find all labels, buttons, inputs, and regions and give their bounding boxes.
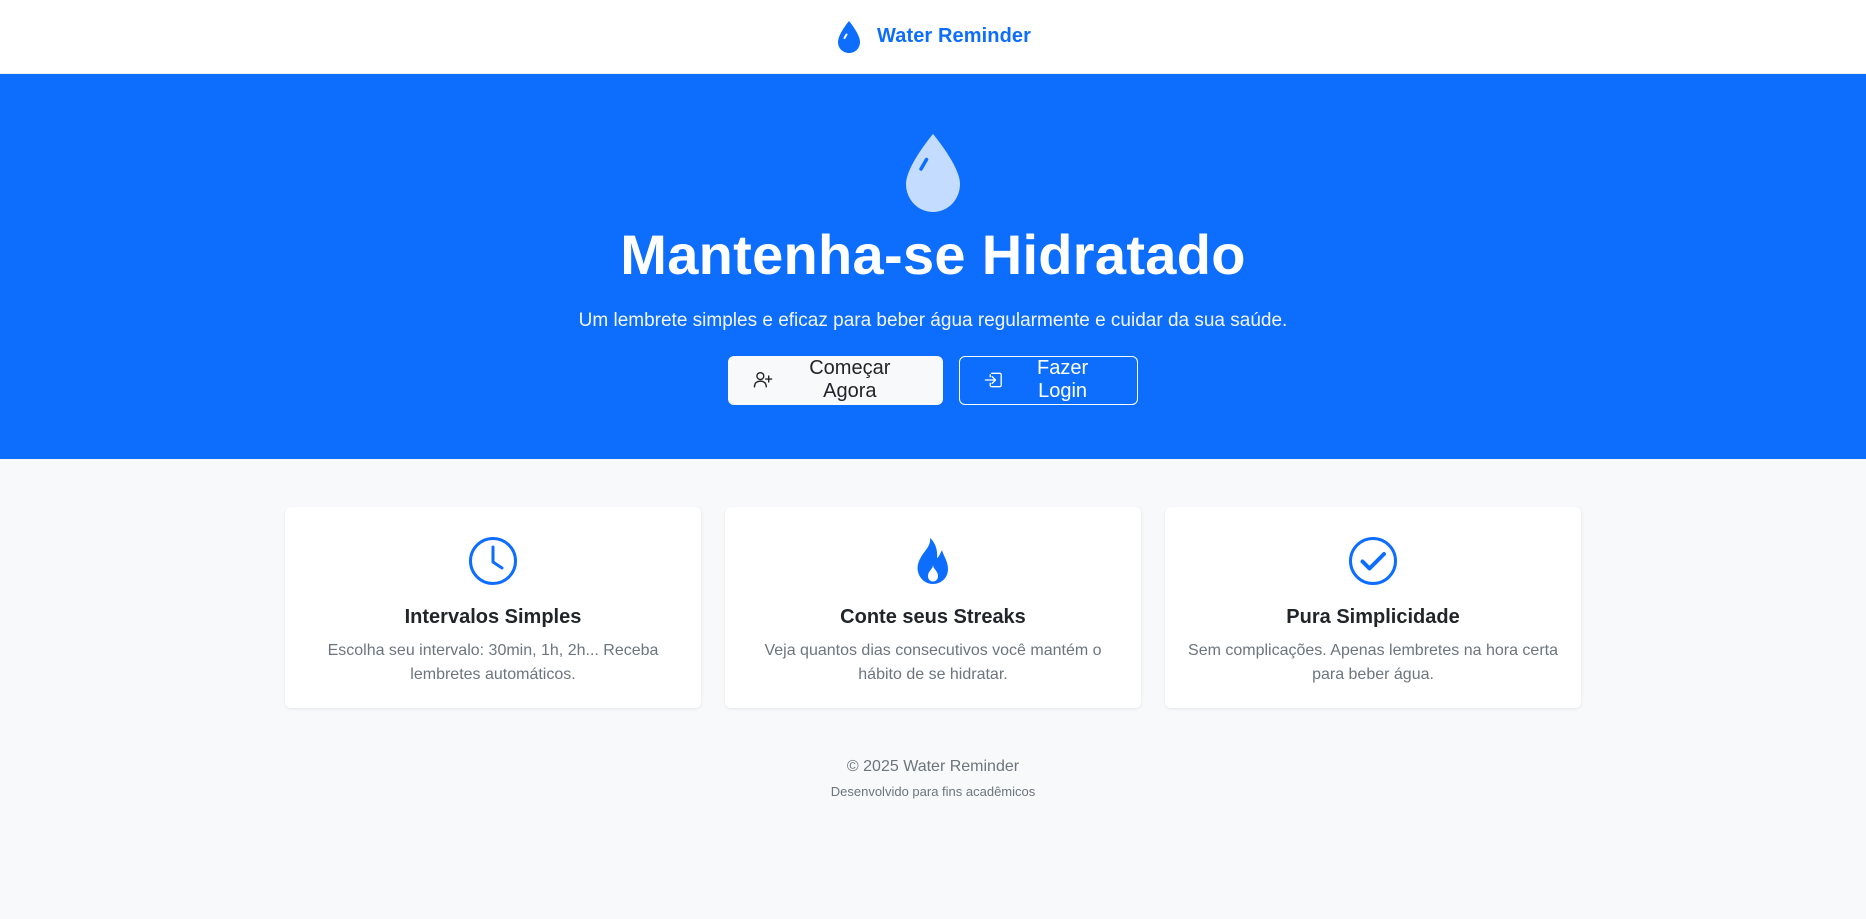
droplet-icon bbox=[906, 134, 960, 212]
feature-description: Veja quantos dias consecutivos você mant… bbox=[764, 642, 1102, 683]
hero-actions: Começar Agora Fazer Login bbox=[728, 355, 1138, 405]
box-arrow-in-right-icon bbox=[984, 372, 1002, 388]
footer-copyright: © 2025 Water Reminder bbox=[846, 758, 1020, 775]
navbar: Water Reminder bbox=[0, 0, 1866, 74]
feature-card-intervals: Intervalos Simples Escolha seu intervalo… bbox=[285, 507, 701, 708]
person-plus-icon bbox=[753, 372, 773, 388]
droplet-icon bbox=[837, 20, 860, 53]
footer-note: Desenvolvido para fins acadêmicos bbox=[830, 784, 1036, 799]
footer: © 2025 Water Reminder Desenvolvido para … bbox=[0, 758, 1866, 799]
brand-link[interactable]: Water Reminder bbox=[835, 20, 1031, 54]
hero-section: Mantenha-se Hidratado Um lembrete simple… bbox=[0, 74, 1866, 459]
feature-card-simplicity: Pura Simplicidade Sem complicações. Apen… bbox=[1165, 507, 1581, 708]
feature-title: Pura Simplicidade bbox=[1286, 606, 1460, 628]
start-now-button[interactable]: Começar Agora bbox=[728, 355, 943, 405]
feature-card-streaks: Conte seus Streaks Veja quantos dias con… bbox=[725, 507, 1141, 708]
start-now-label: Começar Agora bbox=[809, 357, 891, 403]
hero-title: Mantenha-se Hidratado bbox=[620, 223, 1246, 286]
clock-icon bbox=[469, 537, 517, 585]
login-label: Fazer Login bbox=[1036, 357, 1089, 403]
feature-title: Conte seus Streaks bbox=[840, 606, 1026, 628]
feature-description: Sem complicações. Apenas lembretes na ho… bbox=[1188, 642, 1558, 683]
feature-description: Escolha seu intervalo: 30min, 1h, 2h... … bbox=[327, 642, 659, 683]
check-circle-icon bbox=[1349, 537, 1397, 585]
brand-name: Water Reminder bbox=[876, 25, 1032, 47]
feature-title: Intervalos Simples bbox=[404, 606, 582, 628]
hero-subtitle: Um lembrete simples e eficaz para beber … bbox=[578, 309, 1288, 331]
features-section: Intervalos Simples Escolha seu intervalo… bbox=[0, 507, 1866, 708]
login-button[interactable]: Fazer Login bbox=[959, 355, 1138, 405]
fire-icon bbox=[917, 538, 948, 584]
